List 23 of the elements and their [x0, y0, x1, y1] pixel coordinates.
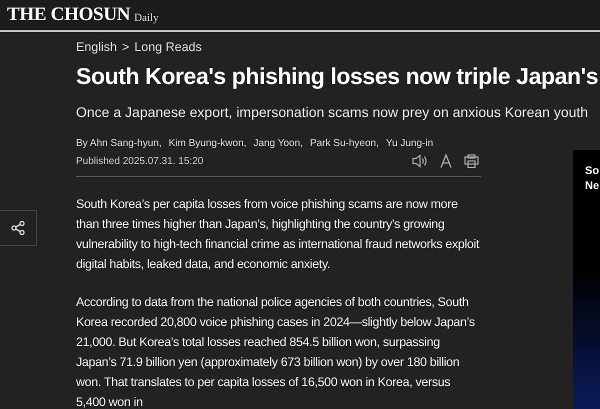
author-name[interactable]: By Ahn Sang-hyun, — [76, 138, 162, 149]
site-logo[interactable]: THE CHOSUN — [7, 4, 130, 26]
article-paragraph: According to data from the national police agencies of both countries, South Korea recorded 20,800 voice phishing cases in 2024—slightly below Japan’s 21,000. But Korea’s total losses reached 854.5 billion won, surpassing Japan’s 71.9 billion yen (approximately 673 billion won) by over 180 billion won. That translates to per capita losses of 16,500 won in Korea, versus 5,400 won in — [76, 294, 476, 409]
print-icon[interactable] — [464, 154, 479, 168]
share-button[interactable] — [0, 210, 37, 246]
ad-text: So — [585, 164, 600, 179]
article-title: South Korea's phishing losses now triple Japan's — [76, 63, 600, 90]
author-name[interactable]: Park Su-hyeon, — [310, 138, 379, 149]
article-subtitle: Once a Japanese export, impersonation scams now prey on anxious Korean youth — [76, 104, 590, 120]
speaker-icon[interactable] — [412, 154, 428, 168]
font-size-icon[interactable] — [440, 154, 452, 168]
article-paragraph: South Korea’s per capita losses from voice phishing scams are now more than three times higher than Japan’s, highlighting the country’s growing vulnerability to high-tech financial crime as international fraud networks exploit digital habits, leaked data, and economic anxiety. — [76, 196, 480, 273]
breadcrumb-separator: > — [122, 40, 130, 54]
ad-text: Ne — [585, 179, 600, 194]
advertisement-banner[interactable]: So Ne — [573, 150, 600, 409]
logo-suffix: Daily — [134, 12, 159, 24]
breadcrumb-link[interactable]: Long Reads — [134, 40, 202, 54]
author-name[interactable]: Yu Jung-in — [386, 138, 434, 149]
breadcrumb-link[interactable]: English — [76, 40, 117, 54]
publish-date: Published 2025.07.31. 15:20 — [76, 156, 204, 166]
share-icon — [10, 220, 26, 236]
author-name[interactable]: Kim Byung-kwon, — [168, 138, 246, 149]
author-name[interactable]: Jang Yoon, — [253, 138, 303, 149]
